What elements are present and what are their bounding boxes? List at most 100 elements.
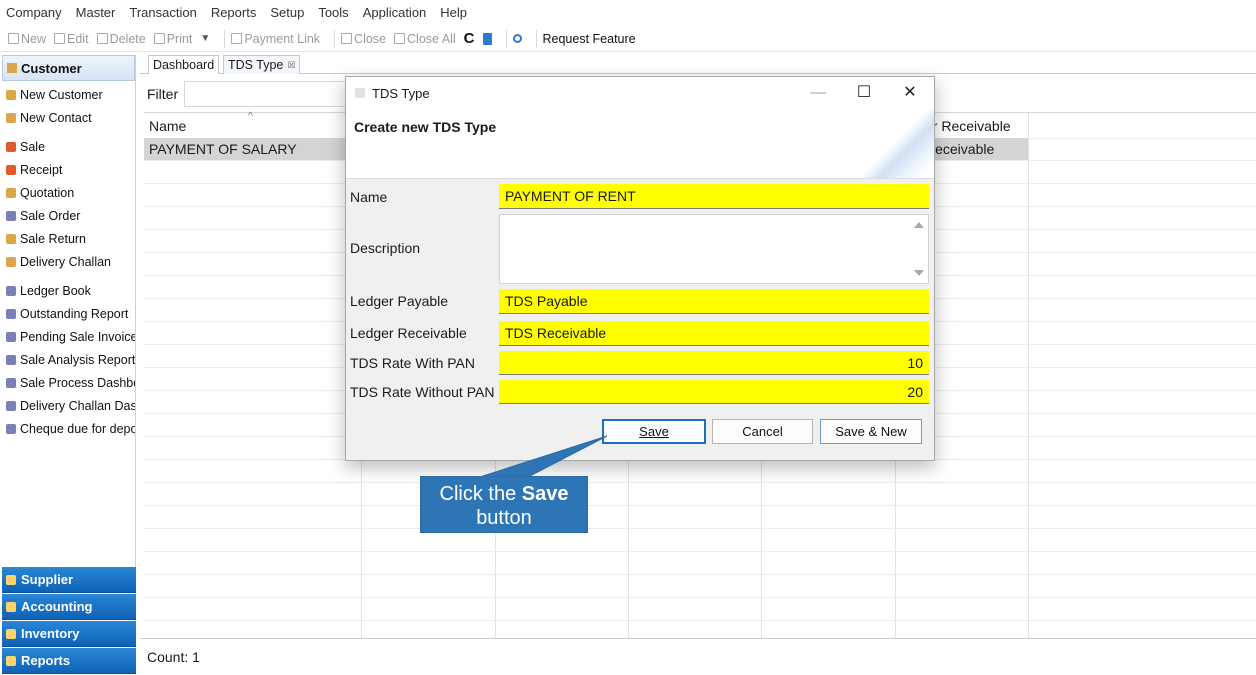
menu-company[interactable]: Company — [6, 5, 62, 20]
refresh-button[interactable]: C — [464, 30, 475, 47]
sidebar-header-customer[interactable]: Customer — [2, 55, 135, 81]
minimize-icon[interactable]: — — [806, 81, 830, 105]
description-row: Description — [346, 214, 934, 284]
cancel-button[interactable]: Cancel — [712, 419, 813, 444]
toolbar-separator — [535, 29, 537, 48]
maximize-icon[interactable]: ☐ — [852, 81, 876, 105]
ledger-payable-field[interactable]: TDS Payable — [499, 289, 929, 314]
print-icon — [153, 33, 165, 44]
sidebar-item-delivery-challan-dashboard[interactable]: Delivery Challan Dashl — [2, 394, 135, 417]
user-icon — [6, 187, 16, 198]
sidebar-section-inventory[interactable]: Inventory — [2, 621, 136, 647]
menu-master[interactable]: Master — [76, 5, 116, 20]
name-label: Name — [350, 189, 388, 205]
close-button[interactable]: Close — [341, 32, 386, 46]
sidebar-item-outstanding-report[interactable]: Outstanding Report — [2, 302, 135, 325]
menu-tools[interactable]: Tools — [318, 5, 348, 20]
sale-icon — [6, 141, 16, 152]
delete-icon — [96, 33, 108, 44]
sidebar-item-sale-process-dashboard[interactable]: Sale Process Dashboa — [2, 371, 135, 394]
ledger-payable-row: Ledger Payable TDS Payable — [346, 289, 934, 314]
sidebar-item-delivery-challan[interactable]: Delivery Challan — [2, 250, 135, 273]
dialog-title: TDS Type — [372, 85, 430, 101]
toolbar: New Edit Delete Print ▼ Payment Link Clos… — [0, 26, 1256, 52]
ledger-receivable-label: Ledger Receivable — [350, 325, 467, 341]
request-feature-button[interactable]: Request Feature — [543, 32, 636, 46]
ledger-receivable-field[interactable]: TDS Receivable — [499, 321, 929, 346]
save-button[interactable]: Save — [602, 419, 706, 444]
sidebar-section-supplier[interactable]: Supplier — [2, 567, 136, 593]
ledger-payable-label: Ledger Payable — [350, 293, 449, 309]
toolbar-separator — [334, 29, 336, 48]
search-icon — [512, 34, 522, 43]
new-button[interactable]: New — [8, 32, 46, 46]
sidebar-item-sale-return[interactable]: Sale Return — [2, 227, 135, 250]
payment-link-button[interactable]: Payment Link — [231, 32, 320, 46]
calculator-button[interactable] — [482, 32, 492, 45]
scroll-up-icon[interactable] — [914, 222, 924, 228]
instruction-callout: Click the Save button — [420, 476, 588, 533]
new-icon — [8, 33, 19, 44]
sidebar-item-sale-analysis-report[interactable]: Sale Analysis Report — [2, 348, 135, 371]
menu-reports[interactable]: Reports — [211, 5, 257, 20]
description-label: Description — [350, 240, 421, 256]
sidebar-item-ledger-book[interactable]: Ledger Book — [2, 279, 135, 302]
tds-type-dialog: TDS Type — ☐ ✕ Create new TDS Type Name … — [345, 76, 935, 461]
close-all-button[interactable]: Close All — [394, 32, 456, 46]
description-scrollbar[interactable] — [910, 215, 928, 283]
report-icon — [6, 285, 16, 296]
column-header-name[interactable]: Name ^ — [144, 111, 361, 138]
toolbar-separator — [224, 29, 226, 48]
sidebar-item-pending-sale-invoices[interactable]: Pending Sale Invoices — [2, 325, 135, 348]
print-button[interactable]: Print ▼ — [153, 32, 211, 46]
toolbar-separator — [505, 29, 507, 48]
report-icon — [6, 331, 16, 342]
chevron-down-icon: ▼ — [200, 33, 211, 44]
dialog-titlebar: TDS Type — ☐ ✕ — [346, 77, 934, 109]
save-and-new-button[interactable]: Save & New — [820, 419, 922, 444]
user-icon — [6, 233, 16, 244]
description-field[interactable] — [499, 214, 929, 284]
sidebar-item-sale-order[interactable]: Sale Order — [2, 204, 135, 227]
tab-tds-type[interactable]: TDS Type ☒ — [223, 55, 301, 74]
receipt-icon — [6, 164, 16, 175]
delete-button[interactable]: Delete — [96, 32, 146, 46]
rate-with-pan-field[interactable]: 10 — [499, 351, 929, 375]
close-tab-icon — [341, 33, 353, 44]
scroll-down-icon[interactable] — [914, 270, 924, 276]
inventory-icon — [6, 628, 16, 639]
menu-application[interactable]: Application — [363, 5, 427, 20]
tab-close-icon[interactable]: ☒ — [287, 60, 295, 71]
filter-label: Filter — [147, 86, 179, 102]
rate-without-pan-label: TDS Rate Without PAN — [350, 384, 495, 400]
ledger-receivable-row: Ledger Receivable TDS Receivable — [346, 321, 934, 346]
menu-bar: Company Master Transaction Reports Setup… — [0, 0, 1256, 24]
name-field[interactable]: PAYMENT OF RENT — [499, 184, 929, 209]
dialog-header: Create new TDS Type — [346, 109, 934, 179]
rate-with-pan-label: TDS Rate With PAN — [350, 355, 475, 371]
sidebar-item-sale[interactable]: Sale — [2, 135, 135, 158]
link-icon — [231, 33, 243, 44]
sidebar-item-new-customer[interactable]: New Customer — [2, 83, 135, 106]
accounting-icon — [6, 601, 16, 612]
search-button[interactable] — [512, 34, 522, 43]
tab-strip: Dashboard TDS Type ☒ — [140, 55, 1256, 74]
sidebar-item-cheque-due[interactable]: Cheque due for depos — [2, 417, 135, 440]
sidebar-section-reports[interactable]: Reports — [2, 648, 136, 674]
close-icon[interactable]: ✕ — [898, 81, 922, 105]
header-decoration — [864, 109, 934, 178]
record-count: Count: 1 — [140, 638, 1256, 675]
sidebar-item-new-contact[interactable]: New Contact — [2, 106, 135, 129]
table-row[interactable]: PAYMENT OF SALARY — [144, 138, 361, 160]
sidebar-item-receipt[interactable]: Receipt — [2, 158, 135, 181]
rate-without-pan-field[interactable]: 20 — [499, 380, 929, 404]
edit-button[interactable]: Edit — [54, 32, 89, 46]
dialog-subtitle: Create new TDS Type — [354, 119, 497, 135]
menu-setup[interactable]: Setup — [270, 5, 304, 20]
menu-transaction[interactable]: Transaction — [129, 5, 196, 20]
sidebar-item-quotation[interactable]: Quotation — [2, 181, 135, 204]
user-icon — [7, 63, 17, 73]
sidebar-section-accounting[interactable]: Accounting — [2, 594, 136, 620]
tab-dashboard[interactable]: Dashboard — [148, 55, 220, 74]
menu-help[interactable]: Help — [440, 5, 467, 20]
